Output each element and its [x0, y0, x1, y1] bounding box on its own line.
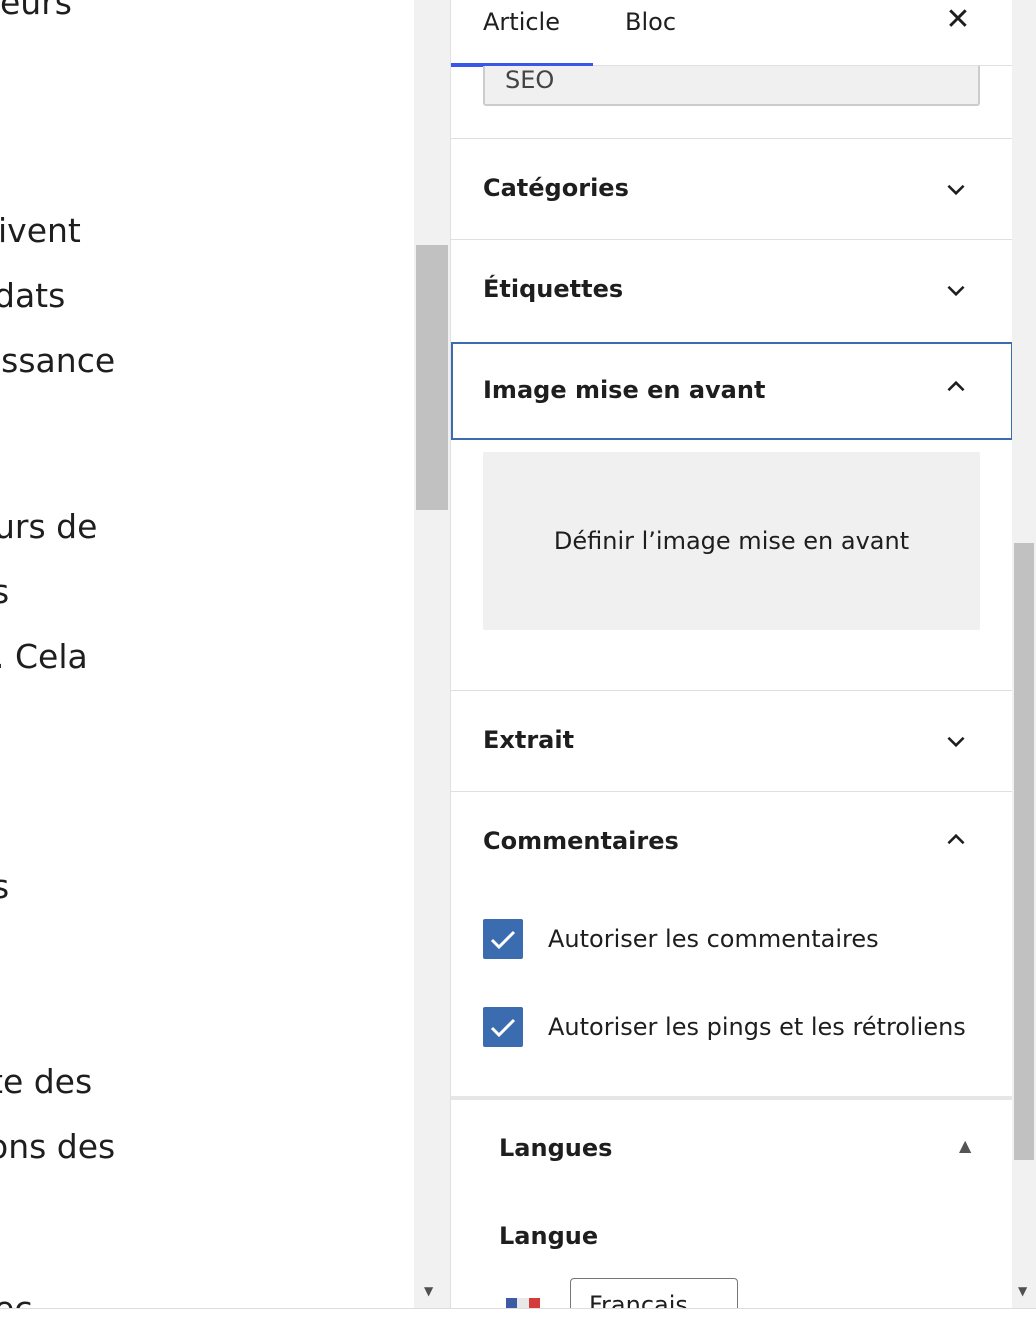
- settings-sidebar: Article Bloc ✕ SEO Catégories Étiquettes…: [450, 0, 1012, 1308]
- editor-text-line: te des: [0, 1062, 93, 1101]
- set-featured-image-button[interactable]: Définir l’image mise en avant: [483, 452, 980, 630]
- scroll-down-arrow-icon[interactable]: ▼: [424, 1284, 433, 1298]
- languages-metabox: Langues ▲ Langue Français: [451, 1096, 1012, 1308]
- language-label: Langue: [499, 1222, 599, 1250]
- editor-text-line: urs de: [0, 507, 98, 546]
- panel-featured-image-label: Image mise en avant: [483, 376, 766, 404]
- checkmark-icon: [490, 1018, 516, 1038]
- checkbox-checked[interactable]: [483, 919, 523, 959]
- page-scrollbar[interactable]: ▼: [1012, 0, 1036, 1308]
- close-icon: ✕: [945, 2, 971, 37]
- editor-text-line: ec: [0, 1292, 32, 1308]
- close-sidebar-button[interactable]: ✕: [941, 2, 975, 38]
- seo-panel-remnant[interactable]: SEO: [483, 66, 980, 106]
- editor-text-line: s: [0, 867, 10, 906]
- editor-text-line: ivent: [0, 211, 81, 250]
- chevron-down-icon: [947, 736, 965, 748]
- editor-canvas[interactable]: eurs ivent dats issance urs de s . Cela …: [0, 0, 414, 1308]
- panel-etiquettes-toggle[interactable]: Étiquettes: [451, 241, 1012, 341]
- checkmark-icon: [490, 930, 516, 950]
- scroll-down-arrow-icon[interactable]: ▼: [1018, 1284, 1027, 1298]
- editor-text-line: ons des: [0, 1127, 116, 1166]
- language-select[interactable]: Français: [570, 1278, 738, 1308]
- panel-categories-toggle[interactable]: Catégories: [451, 140, 1012, 240]
- divider: [451, 138, 1012, 139]
- editor-text-line: dats: [0, 276, 66, 315]
- editor-text-line: s: [0, 572, 10, 611]
- panel-commentaires-label: Commentaires: [483, 827, 679, 855]
- panel-extrait-label: Extrait: [483, 726, 575, 754]
- chevron-down-icon: [947, 184, 965, 196]
- divider: [451, 239, 1012, 240]
- divider: [451, 690, 1012, 691]
- editor-text-line: eurs: [0, 0, 72, 22]
- languages-title: Langues: [499, 1134, 613, 1162]
- divider: [451, 791, 1012, 792]
- editor-text-line: . Cela: [0, 637, 88, 676]
- chevron-up-icon: [947, 833, 965, 845]
- french-flag-icon: [506, 1298, 540, 1308]
- allow-pings-label: Autoriser les pings et les rétroliens: [548, 1013, 966, 1041]
- language-select-value: Français: [589, 1291, 688, 1308]
- sidebar-tabs: Article Bloc ✕: [451, 0, 1012, 67]
- panel-extrait-toggle[interactable]: Extrait: [451, 692, 1012, 792]
- panel-categories-label: Catégories: [483, 174, 629, 202]
- tab-article[interactable]: Article: [451, 0, 593, 67]
- editor-scrollbar-thumb[interactable]: [416, 245, 448, 510]
- editor-scrollbar[interactable]: ▼: [414, 0, 450, 1308]
- allow-comments-label: Autoriser les commentaires: [548, 925, 879, 953]
- panel-featured-image-toggle[interactable]: Image mise en avant: [451, 342, 1012, 440]
- panel-commentaires-toggle[interactable]: Commentaires: [451, 793, 1012, 893]
- triangle-up-icon[interactable]: ▲: [959, 1136, 971, 1155]
- checkbox-checked[interactable]: [483, 1007, 523, 1047]
- bottom-edge: [0, 1308, 1036, 1320]
- editor-text-line: issance: [0, 341, 116, 380]
- page-scrollbar-thumb[interactable]: [1014, 543, 1034, 1160]
- panel-etiquettes-label: Étiquettes: [483, 275, 624, 303]
- chevron-down-icon: [947, 285, 965, 297]
- tab-bloc[interactable]: Bloc: [625, 0, 676, 66]
- chevron-up-icon: [947, 380, 965, 392]
